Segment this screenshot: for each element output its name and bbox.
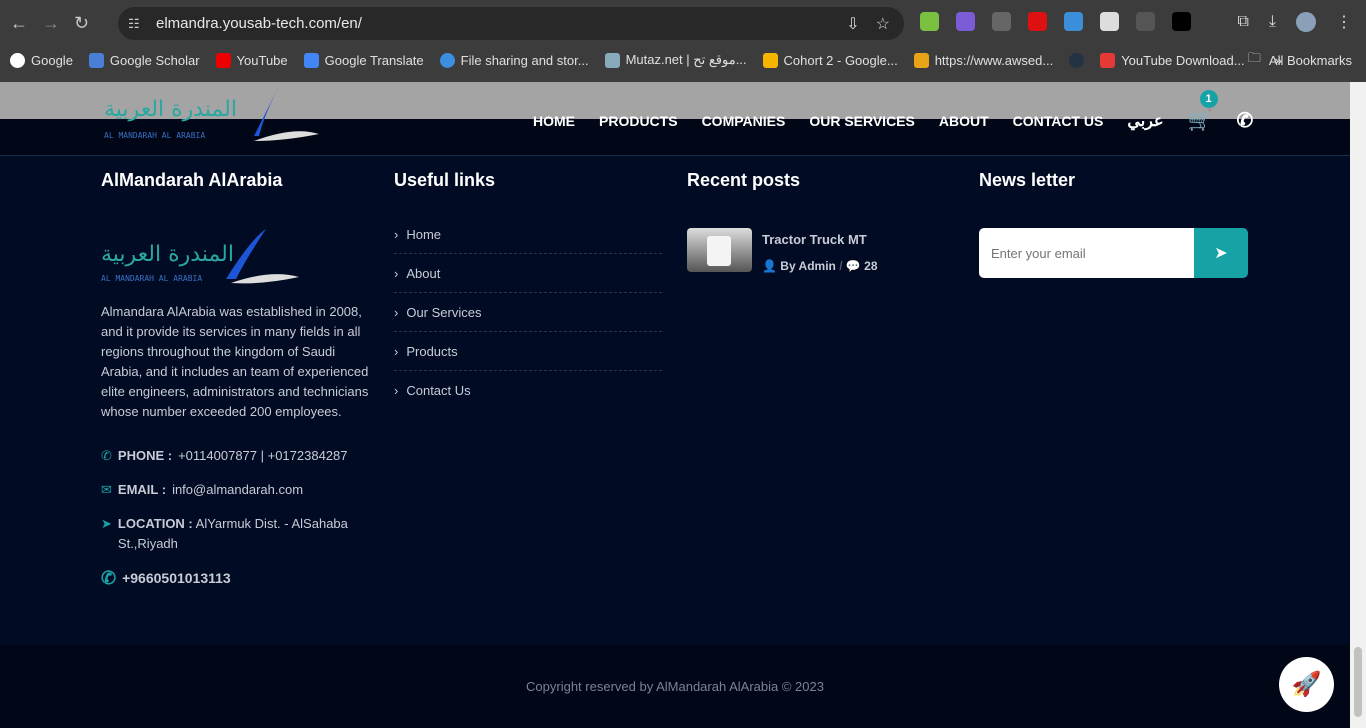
whatsapp-icon[interactable]: ✆ (1236, 108, 1253, 133)
link-products[interactable]: › Products (394, 332, 662, 371)
phone-icon: ✆ (101, 448, 112, 463)
menu-icon[interactable]: ⋮ (1336, 12, 1352, 32)
location-arrow-icon: ➤ (101, 516, 112, 531)
extensions (920, 12, 1191, 31)
link-about[interactable]: › About (394, 254, 662, 293)
bookmark[interactable]: Cohort 2 - Google... (762, 52, 898, 68)
folder-icon: 🗀 (1247, 50, 1261, 65)
bookmark[interactable]: Google (10, 52, 73, 68)
cart-icon[interactable]: 🛒 1 (1188, 90, 1218, 133)
puzzle-icon[interactable]: ⧉ (1237, 13, 1248, 31)
post-title[interactable]: Tractor Truck MT (762, 232, 878, 247)
address-bar[interactable]: ☷ elmandra.yousab-tech.com/en/ ⇩ ☆ (118, 7, 904, 40)
site-header: المندرة العربية AL MANDARAH AL ARABIA HO… (0, 82, 1350, 156)
bookmark[interactable]: YouTube Download... (1100, 52, 1245, 68)
browser-chrome: ← → ↻ ☷ elmandra.yousab-tech.com/en/ ⇩ ☆ … (0, 0, 1366, 82)
link-contact-us[interactable]: › Contact Us (394, 371, 662, 410)
chevron-right-icon: › (394, 265, 399, 281)
extension-icon[interactable] (956, 12, 975, 31)
extension-icon[interactable] (1028, 12, 1047, 31)
nav-home[interactable]: HOME (533, 113, 575, 129)
user-icon: 👤 (762, 259, 777, 273)
svg-text:المندرة العربية: المندرة العربية (101, 242, 234, 267)
post-thumbnail[interactable] (687, 228, 752, 272)
extension-icon[interactable] (920, 12, 939, 31)
star-icon[interactable]: ☆ (876, 14, 890, 34)
nav-our-services[interactable]: OUR SERVICES (809, 113, 915, 129)
copyright-bar: Copyright reserved by AlMandarah AlArabi… (0, 645, 1350, 728)
nav-products[interactable]: PRODUCTS (599, 113, 678, 129)
send-button[interactable]: ➤ (1194, 228, 1248, 278)
useful-links: › Home › About › Our Services › Products › Co… (394, 215, 662, 410)
main-nav: HOME PRODUCTS COMPANIES OUR SERVICES ABO… (533, 90, 1253, 133)
recent-post[interactable]: Tractor Truck MT 👤 By Admin / 💬 28 (687, 228, 878, 273)
bookmark[interactable]: https://www.awsed... (913, 52, 1053, 68)
extension-icon[interactable] (1064, 12, 1083, 31)
avatar[interactable] (1296, 12, 1316, 32)
nav-companies[interactable]: COMPANIES (702, 113, 786, 129)
bookmarks-bar: Google Google Scholar YouTube Google Tra… (10, 48, 1282, 72)
footer-logo: المندرة العربية AL MANDARAH AL ARABIA (101, 229, 299, 284)
envelope-icon: ✉ (101, 482, 112, 497)
extension-icon[interactable] (1172, 12, 1191, 31)
install-icon[interactable]: ⇩ (846, 14, 859, 34)
comments-icon: 💬 (845, 259, 861, 273)
copyright-text: Copyright reserved by AlMandarah AlArabi… (526, 679, 824, 694)
site-info-icon[interactable]: ☷ (128, 16, 140, 32)
all-bookmarks[interactable]: 🗀 All Bookmarks (1248, 48, 1352, 72)
link-home[interactable]: › Home (394, 215, 662, 254)
rocket-icon: 🚀 (1291, 671, 1322, 698)
newsletter-form: ➤ (979, 228, 1248, 278)
bookmark[interactable]: YouTube (215, 52, 288, 68)
bookmark[interactable]: Mutaz.net | موقع تح... (604, 52, 747, 68)
extension-icon[interactable] (1100, 12, 1119, 31)
whatsapp-icon: ✆ (101, 568, 117, 588)
email-info: ✉ EMAIL : info@almandarah.com (101, 480, 371, 500)
chevron-right-icon: › (394, 304, 399, 320)
chevron-right-icon: › (394, 343, 399, 359)
extension-icon[interactable] (992, 12, 1011, 31)
bookmark[interactable]: File sharing and stor... (439, 52, 589, 68)
back-icon[interactable]: ← (10, 13, 28, 34)
logo[interactable]: المندرة العربية AL MANDARAH AL ARABIA (104, 86, 319, 144)
links-title: Useful links (394, 170, 496, 190)
extension-icon[interactable] (1136, 12, 1155, 31)
phone-info: ✆ PHONE : +0114007877 | +0172384287 (101, 446, 371, 466)
forward-icon[interactable]: → (42, 13, 60, 34)
link-our-services[interactable]: › Our Services (394, 293, 662, 332)
about-column: AlMandarah AlArabia المندرة العربية AL M… (101, 170, 371, 588)
svg-text:AL MANDARAH AL ARABIA: AL MANDARAH AL ARABIA (101, 274, 202, 283)
chevron-right-icon: › (394, 226, 399, 242)
url-text: elmandra.yousab-tech.com/en/ (156, 15, 362, 32)
email-input[interactable] (979, 228, 1194, 278)
bookmark[interactable] (1069, 52, 1085, 68)
posts-title: Recent posts (687, 170, 801, 190)
svg-text:AL MANDARAH AL ARABIA: AL MANDARAH AL ARABIA (104, 131, 205, 140)
back-to-top-button[interactable]: 🚀 (1279, 657, 1334, 712)
paper-plane-icon: ➤ (1214, 245, 1228, 262)
nav-about[interactable]: ABOUT (939, 113, 989, 129)
chevron-right-icon: › (394, 383, 399, 398)
scrollbar[interactable] (1350, 82, 1366, 728)
nav-contact-us[interactable]: CONTACT US (1013, 113, 1104, 129)
language-switch[interactable]: عربي (1127, 111, 1163, 131)
post-comments: 28 (864, 259, 878, 273)
newsletter-title: News letter (979, 170, 1076, 190)
post-author: By Admin (780, 259, 836, 273)
bookmark[interactable]: Google Translate (303, 52, 424, 68)
about-text: Almandara AlArabia was established in 20… (101, 304, 369, 419)
whatsapp-info[interactable]: ✆ +9660501013113 (101, 568, 371, 588)
download-icon[interactable]: ⤓ (1269, 13, 1276, 31)
about-title: AlMandarah AlArabia (101, 170, 283, 190)
location-info: ➤ LOCATION : AlYarmuk Dist. - AlSahaba St… (101, 516, 348, 551)
reload-icon[interactable]: ↻ (74, 13, 89, 34)
svg-text:المندرة العربية: المندرة العربية (104, 97, 237, 122)
bookmark[interactable]: Google Scholar (88, 52, 200, 68)
cart-badge: 1 (1199, 90, 1218, 108)
